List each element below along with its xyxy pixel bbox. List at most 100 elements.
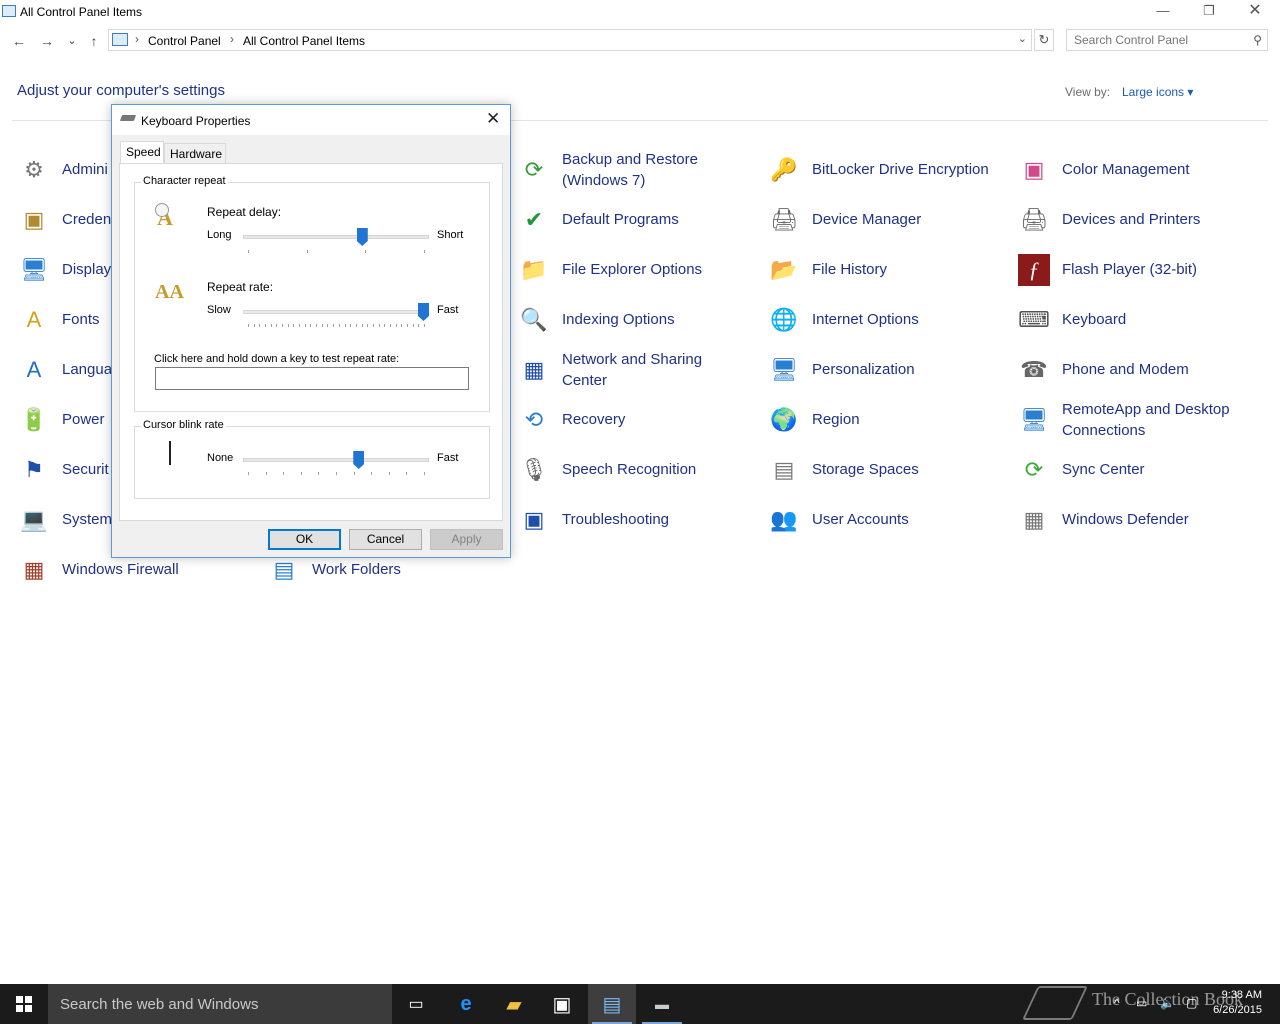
slider-tick bbox=[321, 324, 323, 327]
control-panel-item[interactable]: 🖨 Device Manager bbox=[768, 200, 1008, 240]
control-panel-item[interactable]: 🌐 Internet Options bbox=[768, 300, 1008, 340]
slider-tick bbox=[293, 324, 295, 327]
control-panel-item[interactable]: 📂 File History bbox=[768, 250, 1008, 290]
breadcrumb-all-items[interactable]: All Control Panel Items bbox=[243, 34, 365, 48]
clock-icon bbox=[155, 203, 169, 217]
volume-icon[interactable]: 🔈 bbox=[1160, 996, 1175, 1010]
forward-arrow-icon[interactable]: → bbox=[38, 31, 56, 51]
store-icon[interactable]: ▣ bbox=[538, 984, 586, 1024]
control-panel-item[interactable]: ▤ Storage Spaces bbox=[768, 450, 1008, 490]
repeat-rate-test-field[interactable] bbox=[155, 367, 469, 390]
control-panel-item-label: Troubleshooting bbox=[562, 511, 670, 528]
up-arrow-icon[interactable]: ↑ bbox=[85, 31, 103, 51]
slider-tick bbox=[265, 472, 267, 475]
cursor-blink-slider-thumb[interactable] bbox=[353, 451, 365, 469]
repeat-rate-slider-thumb[interactable] bbox=[418, 303, 429, 321]
control-panel-item[interactable]: ✔ Default Programs bbox=[518, 200, 758, 240]
cursor-blink-slider-track[interactable] bbox=[243, 458, 429, 462]
device-manager-icon: 🖨 bbox=[770, 207, 798, 232]
task-view-icon[interactable]: ▭ bbox=[392, 984, 440, 1024]
view-by-dropdown[interactable]: Large icons ▾ bbox=[1122, 85, 1193, 99]
ok-button[interactable]: OK bbox=[268, 529, 341, 550]
control-panel-item-label: File Explorer Options bbox=[562, 261, 703, 278]
refresh-icon[interactable]: ↻ bbox=[1034, 29, 1054, 51]
tab-hardware[interactable]: Hardware bbox=[164, 143, 226, 164]
phone-and-modem-icon: ☎ bbox=[1020, 357, 1048, 382]
slider-tick bbox=[276, 324, 278, 327]
slider-tick bbox=[389, 324, 391, 327]
region-icon: 🌍 bbox=[770, 407, 798, 432]
fonts-icon: A bbox=[26, 307, 42, 332]
control-panel-item[interactable]: ▣ Troubleshooting bbox=[518, 500, 758, 540]
control-panel-item[interactable]: 🖥 Personalization bbox=[768, 350, 1008, 390]
personalization-icon: 🖥 bbox=[770, 357, 798, 382]
slider-tick bbox=[388, 472, 390, 475]
control-panel-item[interactable]: 👥 User Accounts bbox=[768, 500, 1008, 540]
keyboard-taskbar-icon[interactable]: ▬ bbox=[638, 984, 686, 1024]
cancel-button[interactable]: Cancel bbox=[349, 529, 422, 550]
slider-tick bbox=[248, 324, 249, 327]
windows-logo-icon bbox=[16, 996, 32, 1012]
network-and-sharing-icon: ▦ bbox=[523, 357, 545, 382]
network-icon[interactable]: ▭ bbox=[1136, 996, 1147, 1010]
taskbar-search[interactable]: Search the web and Windows bbox=[48, 984, 392, 1024]
edge-browser-icon[interactable]: e bbox=[442, 984, 490, 1024]
show-hidden-icons-icon[interactable]: ^ bbox=[1114, 996, 1120, 1010]
control-panel-item-label: Sync Center bbox=[1062, 461, 1145, 478]
search-box[interactable]: ⚲ bbox=[1066, 29, 1268, 51]
control-panel-item-label: Indexing Options bbox=[562, 311, 675, 328]
control-panel-item[interactable]: 🔍 Indexing Options bbox=[518, 300, 758, 340]
control-panel-item[interactable]: ☎ Phone and Modem bbox=[1018, 350, 1258, 390]
address-bar[interactable]: › Control Panel › All Control Panel Item… bbox=[108, 29, 1032, 51]
control-panel-item[interactable]: 🖨 Devices and Printers bbox=[1018, 200, 1258, 240]
dialog-close-icon[interactable]: ✕ bbox=[486, 109, 500, 129]
dialog-title-bar: Keyboard Properties ✕ bbox=[112, 105, 510, 135]
control-panel-item[interactable]: ⟳ Sync Center bbox=[1018, 450, 1258, 490]
restore-button[interactable]: ❐ bbox=[1186, 0, 1232, 24]
power-options-icon: 🔋 bbox=[20, 407, 48, 432]
control-panel-item[interactable]: ⌨ Keyboard bbox=[1018, 300, 1258, 340]
file-explorer-icon[interactable]: ▰ bbox=[490, 984, 538, 1024]
slider-tick bbox=[424, 324, 425, 327]
control-panel-taskbar-icon[interactable]: ▤ bbox=[588, 984, 636, 1024]
back-arrow-icon[interactable]: ← bbox=[10, 31, 28, 51]
control-panel-item[interactable]: 🌍 Region bbox=[768, 400, 1008, 440]
repeat-delay-slider-track[interactable] bbox=[243, 235, 429, 239]
search-icon[interactable]: ⚲ bbox=[1253, 33, 1262, 47]
slider-tick bbox=[248, 250, 249, 253]
repeat-delay-slider-thumb[interactable] bbox=[356, 228, 368, 246]
minimize-button[interactable]: — bbox=[1140, 0, 1186, 24]
control-panel-item[interactable]: 🎙 Speech Recognition bbox=[518, 450, 758, 490]
breadcrumb-control-panel[interactable]: Control Panel bbox=[148, 34, 221, 48]
start-button[interactable] bbox=[0, 984, 48, 1024]
control-panel-item[interactable]: ⟳ Backup and Restore (Windows 7) bbox=[518, 150, 758, 190]
control-panel-item[interactable]: 🔑 BitLocker Drive Encryption bbox=[768, 150, 1008, 190]
recent-locations-chevron-icon[interactable]: ⌄ bbox=[63, 31, 81, 51]
breadcrumb-chevron-icon[interactable]: › bbox=[230, 32, 234, 46]
clock[interactable]: 9:38 AM 6/26/2015 bbox=[1208, 988, 1262, 1018]
slider-tick bbox=[336, 472, 337, 475]
address-dropdown-chevron-icon[interactable]: ⌄ bbox=[1018, 32, 1027, 45]
cursor-blink-group: Cursor blink rate None Fast bbox=[134, 419, 490, 499]
repeat-rate-slider-track[interactable] bbox=[243, 310, 429, 314]
character-repeat-label: Character repeat bbox=[141, 175, 228, 187]
flash-player-icon: ƒ bbox=[1018, 254, 1050, 286]
backup-and-restore-icon: ⟳ bbox=[524, 157, 544, 182]
control-panel-item[interactable]: ▦ Network and Sharing Center bbox=[518, 350, 758, 390]
control-panel-item[interactable]: 🖥 RemoteApp and Desktop Connections bbox=[1018, 400, 1258, 440]
tab-speed[interactable]: Speed bbox=[120, 141, 164, 164]
control-panel-item[interactable]: ▦ Windows Defender bbox=[1018, 500, 1258, 540]
control-panel-item[interactable]: ⟲ Recovery bbox=[518, 400, 758, 440]
close-button[interactable]: ✕ bbox=[1232, 0, 1278, 24]
control-panel-icon bbox=[2, 5, 16, 17]
control-panel-item[interactable]: ▣ Color Management bbox=[1018, 150, 1258, 190]
breadcrumb-chevron-icon[interactable]: › bbox=[135, 32, 139, 46]
action-center-icon[interactable]: ▢ bbox=[1186, 996, 1197, 1010]
taskbar: Search the web and Windows ▭ e ▰ ▣ ▤ ▬ T… bbox=[0, 984, 1280, 1024]
control-panel-item[interactable]: ƒ Flash Player (32-bit) bbox=[1018, 250, 1258, 290]
slider-tick bbox=[418, 324, 420, 327]
slider-tick bbox=[316, 324, 318, 327]
control-panel-item-label: Display bbox=[62, 261, 112, 278]
control-panel-item[interactable]: 📁 File Explorer Options bbox=[518, 250, 758, 290]
search-input[interactable] bbox=[1067, 30, 1245, 50]
